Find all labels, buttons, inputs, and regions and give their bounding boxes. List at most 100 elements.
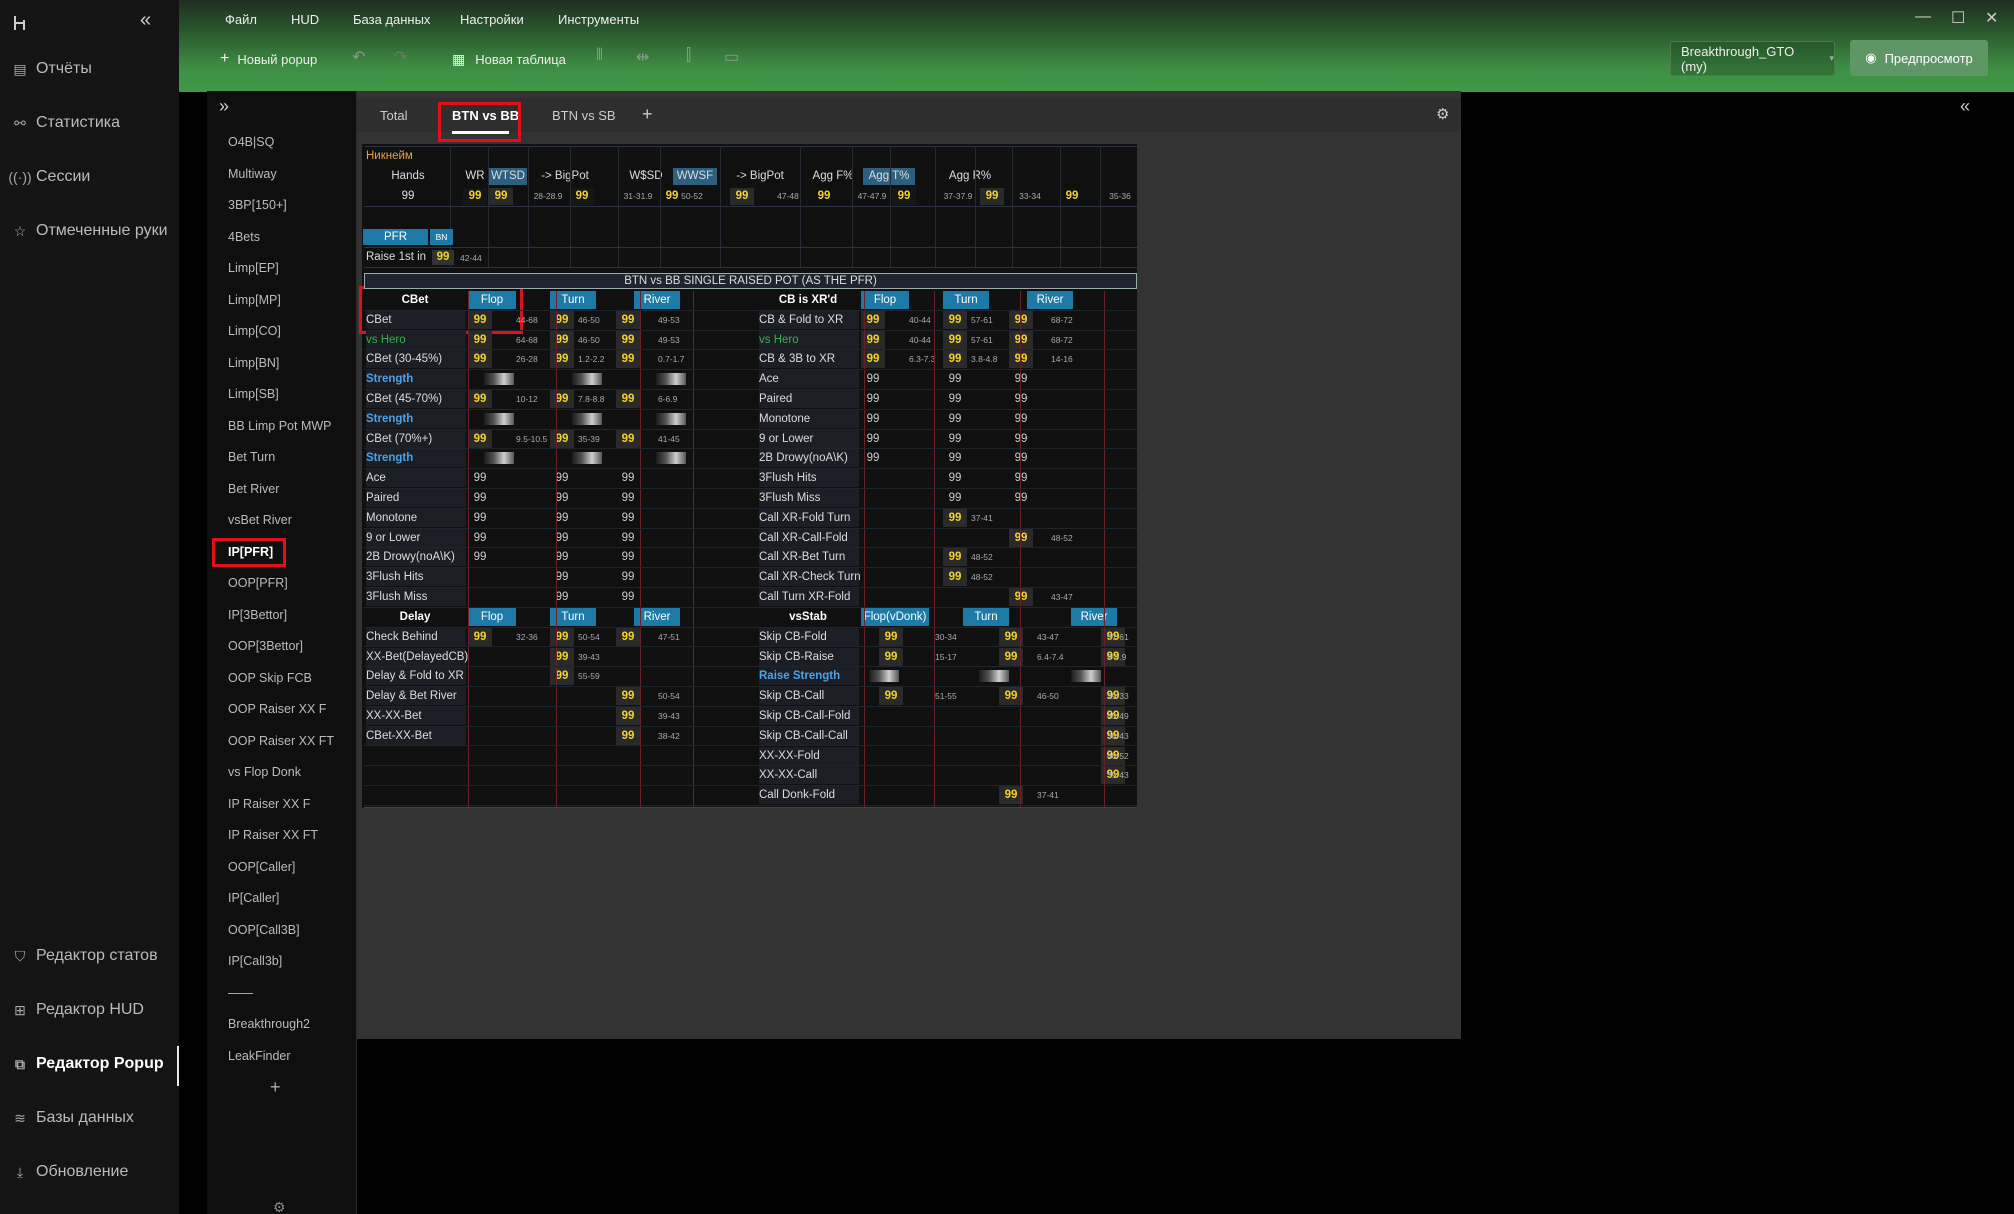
nav-item-1[interactable]: ⚯ Статистика (12, 109, 120, 137)
row-cbxr-v5: 99 (1009, 469, 1033, 487)
align-icon-4[interactable]: ▭ (724, 47, 739, 67)
popup-list-item[interactable]: O4B|SQ (228, 135, 274, 153)
minimize-icon[interactable]: — (1915, 8, 1931, 26)
popup-list-item[interactable]: LeakFinder (228, 1049, 291, 1067)
popup-list-item[interactable]: IP Raiser XX F (228, 797, 310, 815)
popup-list-item[interactable]: Limp[MP] (228, 293, 281, 311)
menu-item-2[interactable]: База данных (353, 12, 430, 30)
top-header-0: Hands (391, 170, 425, 182)
top-value-4: 99 (570, 188, 594, 205)
popup-list-item[interactable]: Limp[BN] (228, 356, 279, 374)
grid-line-2 (364, 247, 1137, 248)
maximize-icon[interactable]: ☐ (1951, 8, 1965, 28)
nav-bottom-item-0[interactable]: ⛉ Редактор статов (12, 942, 158, 970)
preview-button[interactable]: ◉ Предпросмотр (1850, 40, 1988, 76)
collapse-right-icon[interactable]: « (1960, 97, 1970, 115)
popup-list-item[interactable]: Bet River (228, 482, 279, 500)
redo-icon[interactable]: ↷ (394, 47, 407, 67)
row-cbxr-v3: 99 (943, 350, 967, 369)
top-header-5: WWSF (673, 168, 717, 185)
top-vline-13 (1060, 146, 1061, 267)
popup-list-item[interactable]: Breakthrough2 (228, 1017, 310, 1035)
popup-list-item[interactable]: OOP[PFR] (228, 576, 288, 594)
popup-list-item[interactable]: IP[PFR] (228, 545, 273, 563)
row-cbet-v1: 99 (468, 350, 492, 369)
collapse-sidebar-icon[interactable]: « (140, 10, 151, 30)
row-delay-v6: 47-51 (658, 631, 680, 642)
popup-list-item[interactable]: Limp[SB] (228, 387, 279, 405)
tab-total[interactable]: Total (380, 108, 407, 123)
align-icon-3[interactable]: ⫿ (686, 47, 691, 65)
row-vsstab-label: Raise Strength (759, 667, 859, 686)
row-cbet-label: 3Flush Miss (366, 588, 466, 606)
menu-item-3[interactable]: Настройки (460, 12, 524, 30)
align-icon-1[interactable]: ⦀ (596, 47, 603, 65)
nav-item-2[interactable]: ((·)) Сессии (8, 163, 90, 191)
popup-list-item[interactable]: Limp[CO] (228, 324, 281, 342)
top-vline-7 (800, 146, 801, 267)
profile-dropdown[interactable]: Breakthrough_GTO (my) ▾ (1670, 41, 1835, 76)
top-vline-3 (570, 146, 571, 267)
expand-panel-icon[interactable]: » (219, 97, 229, 115)
nav-item-3[interactable]: ☆ Отмеченные руки (12, 217, 168, 245)
nav-item-0[interactable]: ▤ Отчёты (12, 55, 91, 83)
popup-list-item[interactable]: Multiway (228, 167, 277, 185)
close-icon[interactable]: ✕ (1985, 8, 1998, 28)
nav-bottom-item-2[interactable]: ⧉ Редактор Popup (12, 1050, 164, 1078)
row-cbxr-label: Call XR-Bet Turn (759, 548, 859, 567)
popup-list-item[interactable]: Limp[EP] (228, 261, 279, 279)
popup-list-item[interactable]: OOP Skip FCB (228, 671, 312, 689)
popup-list-item[interactable]: OOP[Call3B] (228, 923, 300, 941)
popup-list-item[interactable]: OOP Raiser XX F (228, 702, 326, 720)
raise-first-value: 99 (432, 250, 454, 265)
menu-item-0[interactable]: Файл (225, 12, 257, 30)
row-vsstab-v4: 43-47 (1037, 631, 1059, 642)
top-vline-2 (528, 146, 529, 267)
row-line-0 (364, 309, 1137, 311)
new-table-button[interactable]: ▦ Новая таблица (452, 50, 566, 68)
popup-list-item[interactable]: IP Raiser XX FT (228, 828, 318, 846)
row-cbet-v1: 99 (468, 330, 492, 349)
nav-item-label: Статистика (36, 114, 121, 131)
row-cbet-v3: 99 (550, 310, 574, 329)
tab-settings-gear-icon[interactable]: ⚙ (1436, 105, 1449, 123)
hdr-vsstab-turn: Turn (963, 608, 1009, 626)
new-popup-button[interactable]: + Новый popup (220, 50, 317, 68)
settings-gear-icon[interactable]: ⚙ (273, 1199, 286, 1214)
top-value-7: 50-52 (681, 191, 703, 201)
popup-list-item[interactable]: BB Limp Pot MWP (228, 419, 332, 437)
menu-item-1[interactable]: HUD (291, 12, 319, 30)
row-vsstab-v4: 37-41 (1037, 790, 1059, 801)
nav-bottom-item-4[interactable]: ⤓ Обновление (12, 1158, 129, 1186)
menu-item-4[interactable]: Инструменты (558, 12, 639, 30)
row-cbxr-label: Call XR-Fold Turn (759, 508, 859, 527)
row-cbxr-v6: 48-52 (1051, 532, 1073, 543)
nav-3-icon: ☆ (13, 222, 27, 239)
popup-list-item[interactable]: vsBet River (228, 513, 292, 531)
undo-icon[interactable]: ↶ (352, 47, 365, 67)
add-tab-icon[interactable]: + (642, 104, 653, 125)
popup-list-item[interactable]: OOP[Caller] (228, 860, 295, 878)
popup-list-item[interactable]: IP[3Bettor] (228, 608, 287, 626)
row-line-22 (364, 745, 1137, 747)
nav-bottom-item-3[interactable]: ≋ Базы данных (12, 1104, 134, 1132)
popup-list-item[interactable]: OOP[3Bettor] (228, 639, 303, 657)
nav-bottom-item-1[interactable]: ⊞ Редактор HUD (12, 996, 144, 1024)
row-cbxr-label: 9 or Lower (759, 429, 859, 448)
popup-list-item[interactable]: Bet Turn (228, 450, 275, 468)
popup-list-item[interactable]: OOP Raiser XX FT (228, 734, 334, 752)
popup-list-item[interactable]: IP[Call3b] (228, 954, 282, 972)
tab-btn-vs-sb[interactable]: BTN vs SB (552, 108, 616, 123)
row-cbet-label: CBet (366, 310, 466, 329)
row-cbet-v1: 99 (468, 310, 492, 329)
popup-list-item[interactable]: 3BP[150+] (228, 198, 287, 216)
popup-list-item[interactable]: vs Flop Donk (228, 765, 301, 783)
top-value-2: 99 (489, 188, 513, 205)
add-popup-icon[interactable]: + (270, 1077, 281, 1097)
row-delay-v5: 99 (616, 726, 640, 745)
popup-list-item[interactable]: IP[Caller] (228, 891, 279, 909)
hdr-vsstab-river: River (1071, 608, 1117, 626)
popup-list-item[interactable]: —— (228, 986, 253, 1004)
align-icon-2[interactable]: ⇹ (636, 47, 649, 67)
popup-list-item[interactable]: 4Bets (228, 230, 260, 248)
